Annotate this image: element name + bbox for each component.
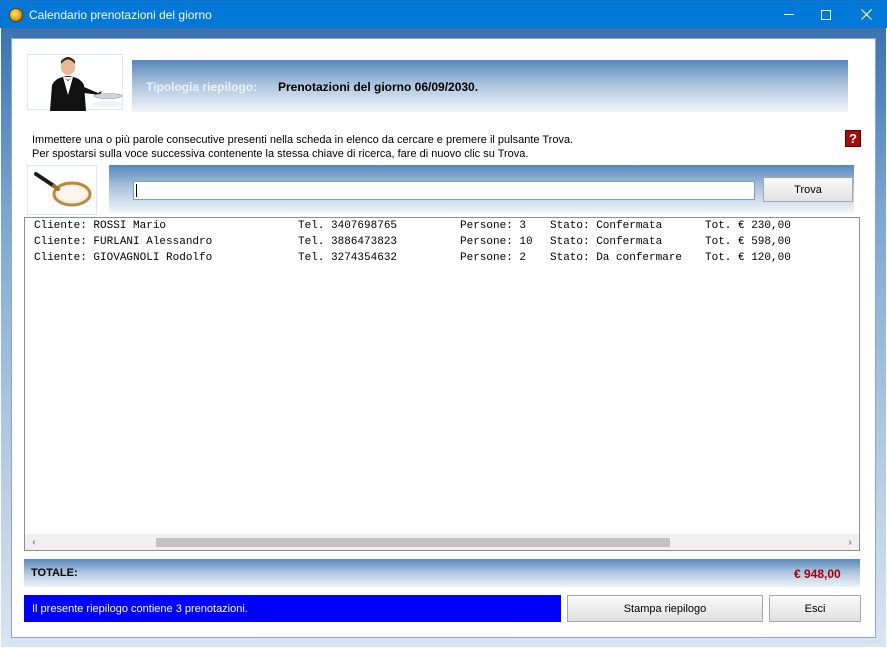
table-row[interactable]: Cliente: FURLANI Alessandro Tel. 3886473… [25,234,859,250]
search-instructions: Immettere una o più parole consecutive p… [32,133,573,161]
waiter-icon [50,57,124,111]
text-caret [136,184,137,197]
title-bar: Calendario prenotazioni del giorno [0,0,887,28]
cell-cliente: Cliente: GIOVAGNOLI Rodolfo [34,252,213,264]
exit-button[interactable]: Esci [769,595,861,622]
maximize-button[interactable] [806,1,846,28]
total-value: € 948,00 [794,567,841,581]
cell-tot: Tot. € 598,00 [705,236,791,248]
cell-cliente: Cliente: FURLANI Alessandro [34,236,213,248]
find-button[interactable]: Trova [763,177,853,202]
maximize-icon [821,9,831,20]
cell-persone: Persone: 10 [460,236,533,248]
main-panel: Tipologia riepilogo: Prenotazioni del gi… [11,38,876,638]
close-icon [860,9,872,20]
instruction-line-2: Per spostarsi sulla voce successiva cont… [32,148,529,160]
cell-stato: Stato: Confermata [550,220,663,232]
cell-stato: Stato: Confermata [550,236,663,248]
help-button[interactable]: ? [845,130,861,147]
print-summary-button[interactable]: Stampa riepilogo [567,595,763,622]
minimize-button[interactable] [769,1,809,28]
cell-persone: Persone: 2 [460,252,527,264]
search-input[interactable] [133,181,755,200]
summary-type-label: Tipologia riepilogo: [146,80,258,94]
scroll-left-icon[interactable]: ‹ [27,536,41,548]
total-label: TOTALE: [31,567,78,579]
cell-stato: Stato: Da confermare [550,252,683,264]
instruction-line-1: Immettere una o più parole consecutive p… [32,134,574,146]
table-row[interactable]: Cliente: ROSSI Mario Tel. 3407698765 Per… [25,218,859,234]
summary-type-value: Prenotazioni del giorno 06/09/2030. [278,80,479,94]
close-button[interactable] [846,1,886,28]
header-panel: Tipologia riepilogo: Prenotazioni del gi… [22,51,863,115]
reservations-list[interactable]: Cliente: ROSSI Mario Tel. 3407698765 Per… [24,217,860,551]
cell-tel: Tel. 3274354632 [298,252,398,264]
window-client-area: Tipologia riepilogo: Prenotazioni del gi… [1,28,886,647]
cell-tot: Tot. € 120,00 [705,252,791,264]
cell-tot: Tot. € 230,00 [705,220,791,232]
reservations-rows: Cliente: ROSSI Mario Tel. 3407698765 Per… [25,218,859,534]
search-band: Trova [109,165,854,213]
scroll-right-icon[interactable]: › [843,536,857,548]
app-icon [9,8,23,22]
search-row: Trova [22,161,863,215]
magnifier-icon [34,172,92,207]
scrollbar-thumb[interactable] [156,538,670,547]
status-text: Il presente riepilogo contiene 3 prenota… [32,603,248,615]
waiter-picture [27,54,124,111]
total-band: TOTALE: € 948,00 [24,559,860,587]
cell-tel: Tel. 3886473823 [298,236,398,248]
summary-type-band: Tipologia riepilogo: Prenotazioni del gi… [132,60,848,112]
cell-cliente: Cliente: ROSSI Mario [34,220,167,232]
magnifier-picture [27,165,97,215]
window-title: Calendario prenotazioni del giorno [29,8,212,22]
horizontal-scrollbar[interactable]: ‹ › [25,534,859,550]
cell-persone: Persone: 3 [460,220,527,232]
minimize-icon [784,14,794,15]
cell-tel: Tel. 3407698765 [298,220,398,232]
table-row[interactable]: Cliente: GIOVAGNOLI Rodolfo Tel. 3274354… [25,250,859,266]
status-bar: Il presente riepilogo contiene 3 prenota… [24,595,561,622]
